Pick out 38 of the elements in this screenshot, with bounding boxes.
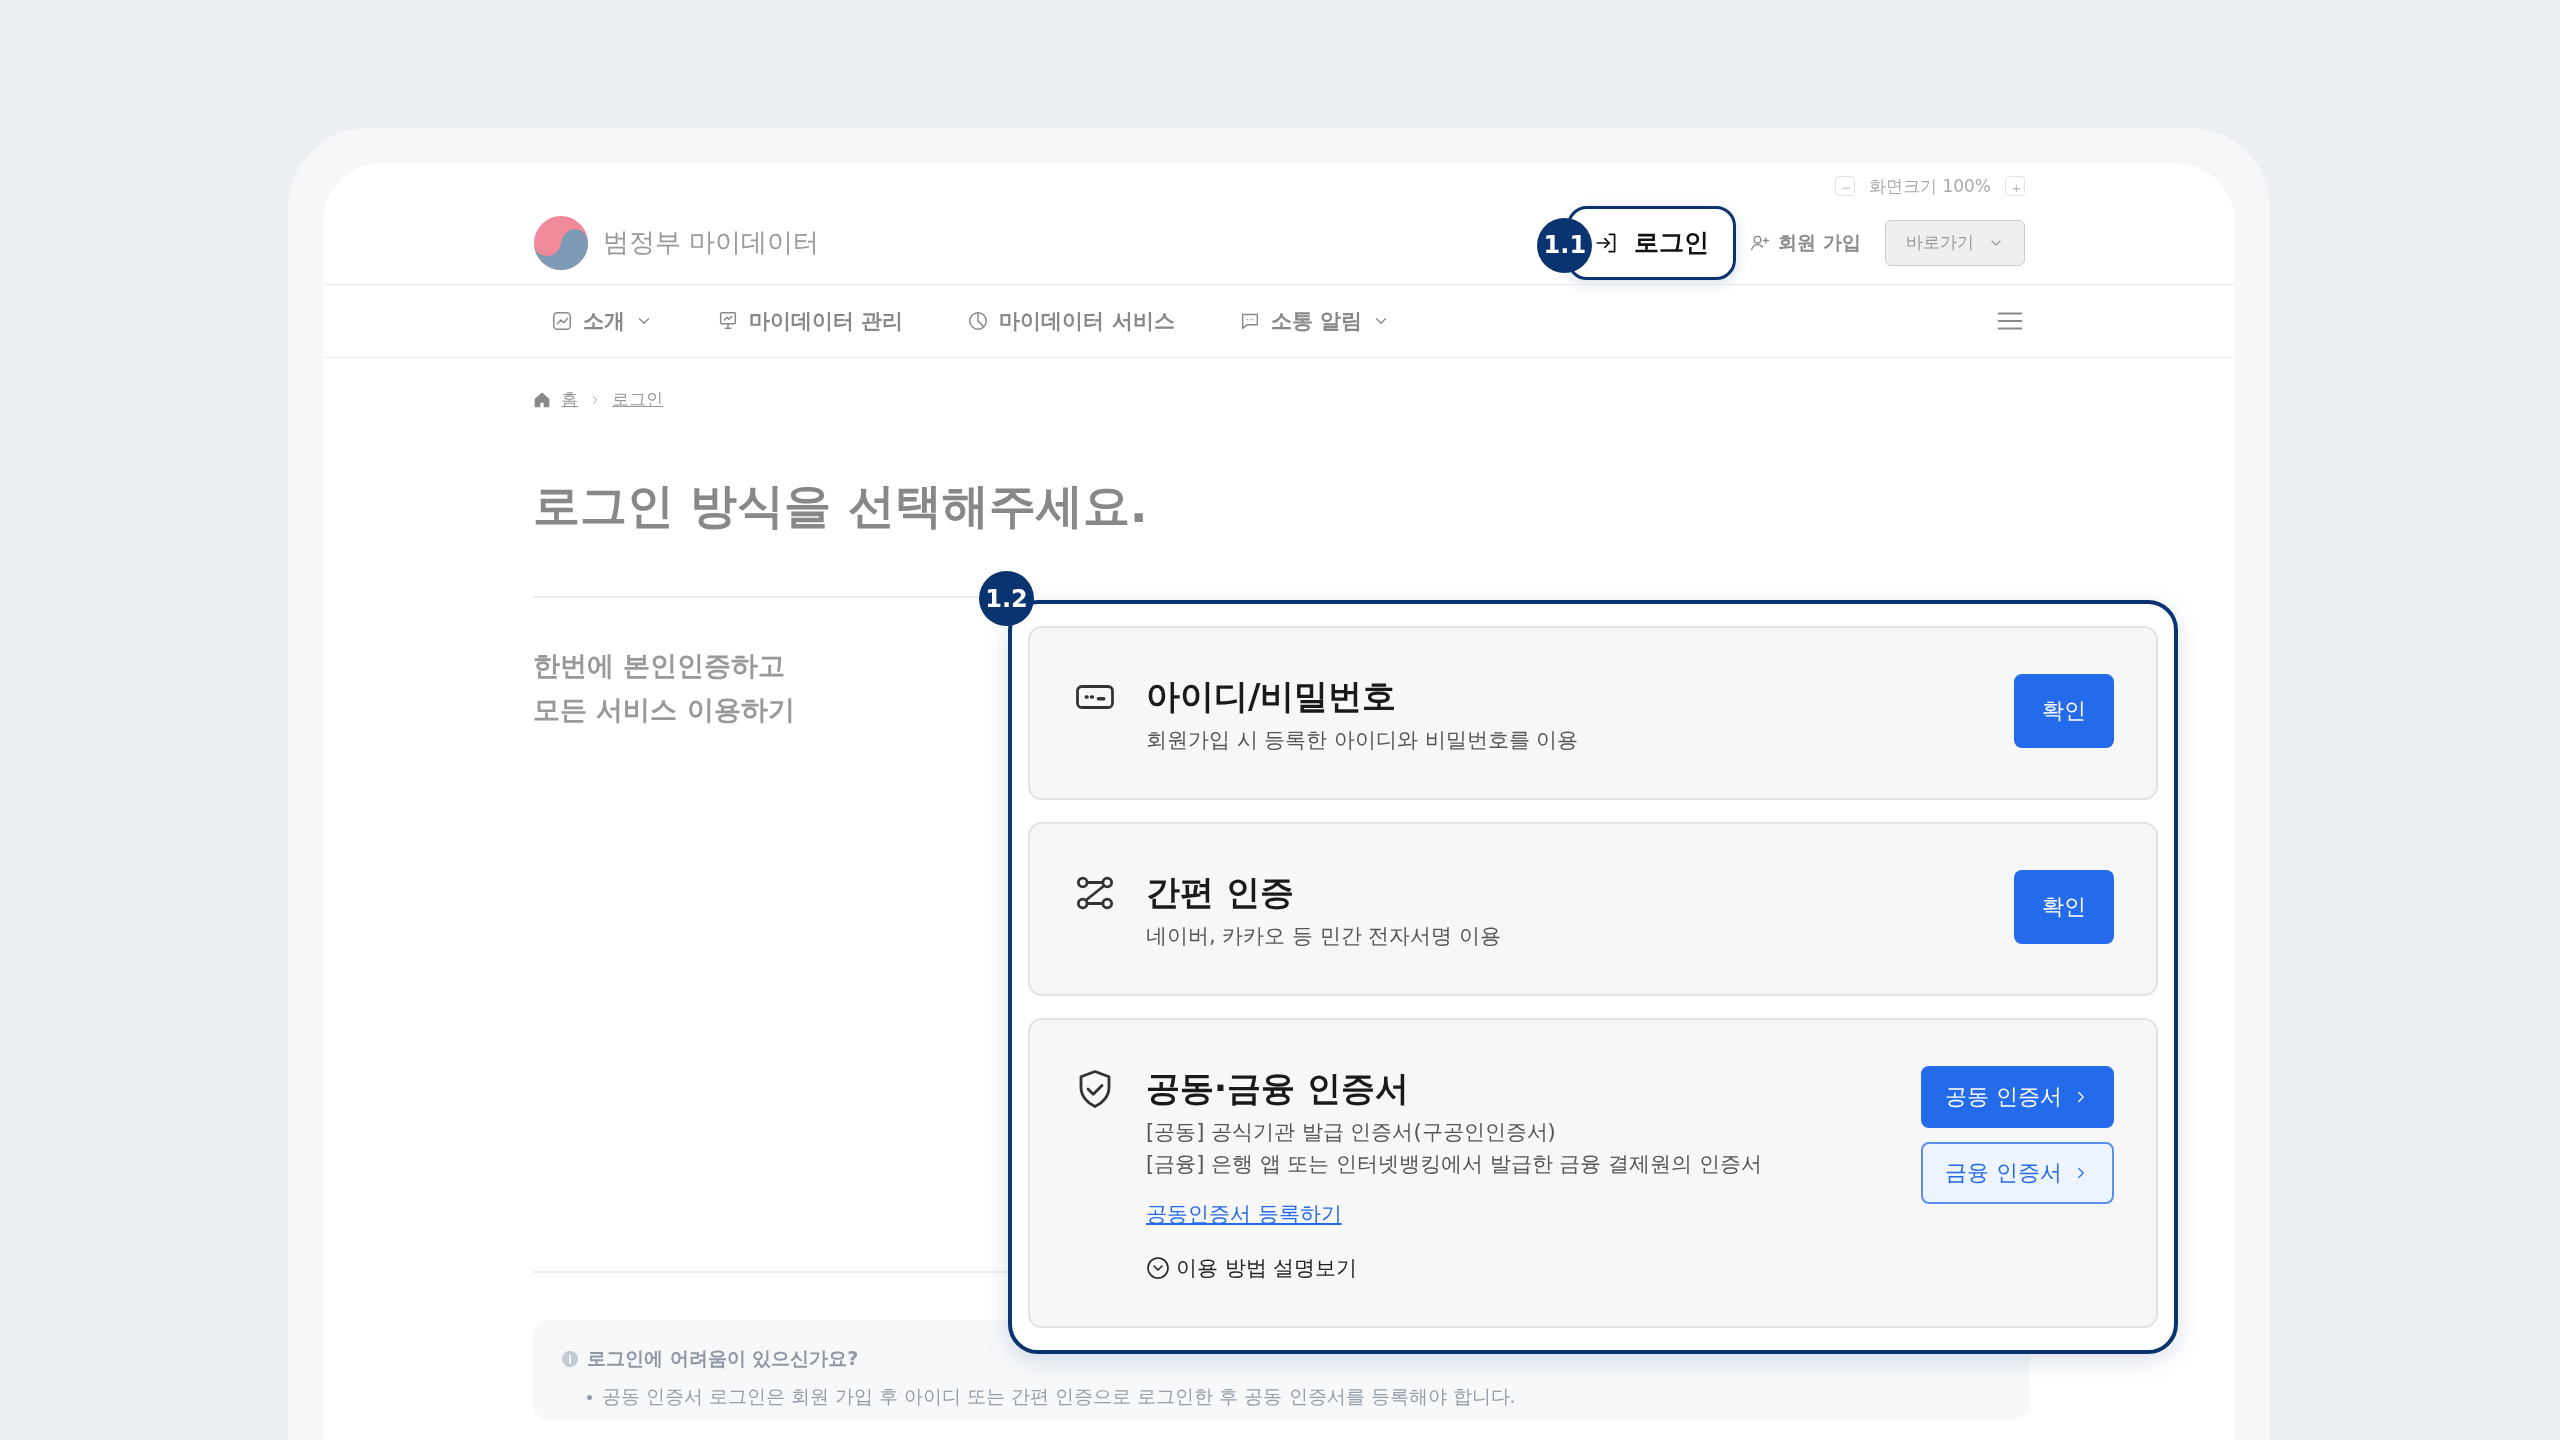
- bullet-icon: [587, 1394, 592, 1400]
- zoom-out-button[interactable]: −: [1835, 176, 1855, 196]
- shortcut-dropdown[interactable]: 바로가기: [1885, 219, 2025, 266]
- page-title: 로그인 방식을 선택해주세요.: [533, 477, 1149, 535]
- info-icon: [561, 1350, 579, 1368]
- confirm-button[interactable]: 확인: [2014, 674, 2114, 748]
- option-description: [공동] 공식기관 발급 인증서(구공인인증서): [1146, 1119, 1556, 1146]
- nav-item[interactable]: 소통 알림: [1238, 307, 1390, 335]
- help-title: 로그인에 어려움이 있으신가요?: [587, 1346, 859, 1371]
- option-description: [금융] 은행 앱 또는 인터넷뱅킹에서 발급한 금융 결제원의 인증서: [1146, 1151, 1762, 1178]
- zoom-label: 화면크기 100%: [1869, 174, 1991, 198]
- confirm-button[interactable]: 확인: [2014, 870, 2114, 944]
- option-description: 회원가입 시 등록한 아이디와 비밀번호를 이용: [1146, 727, 1579, 754]
- option-description: 네이버, 카카오 등 민간 전자서명 이용: [1146, 923, 1502, 950]
- breadcrumb-link[interactable]: 홈: [561, 388, 578, 411]
- breadcrumb-link[interactable]: 로그인: [612, 388, 663, 411]
- chart-icon: [551, 310, 573, 332]
- option-title: 간편 인증: [1146, 871, 1294, 914]
- certificate-button[interactable]: 공동 인증서: [1921, 1066, 2114, 1128]
- presentation-icon: [717, 310, 739, 332]
- nav-item[interactable]: 마이데이터 서비스: [967, 307, 1175, 335]
- usage-guide-toggle[interactable]: 이용 방법 설명보기: [1146, 1254, 1358, 1282]
- intro-text: 한번에 본인인증하고: [533, 649, 787, 683]
- option-title: 공동·금융 인증서: [1146, 1067, 1409, 1110]
- logo-icon[interactable]: [533, 214, 589, 271]
- register-link[interactable]: 공동인증서 등록하기: [1146, 1200, 1342, 1228]
- option-title: 아이디/비밀번호: [1146, 675, 1397, 718]
- home-icon: [533, 390, 551, 409]
- certificate-button[interactable]: 금융 인증서: [1921, 1142, 2114, 1204]
- site-name[interactable]: 범정부 마이데이터: [603, 225, 820, 260]
- step-badge: 1.2: [979, 571, 1034, 626]
- help-text: 공동 인증서 로그인은 회원 가입 후 아이디 또는 간편 인증으로 로그인한 후 공동 인증서를 등록해야 합니다.: [602, 1384, 1516, 1409]
- zoom-in-button[interactable]: +: [2005, 176, 2025, 196]
- nav-item[interactable]: 소개: [551, 307, 653, 335]
- intro-text: 모든 서비스 이용하기: [533, 693, 796, 727]
- pie-chart-icon: [967, 310, 990, 332]
- nav-item[interactable]: 마이데이터 관리: [717, 307, 904, 335]
- signup-link[interactable]: 회원 가입: [1750, 229, 1861, 256]
